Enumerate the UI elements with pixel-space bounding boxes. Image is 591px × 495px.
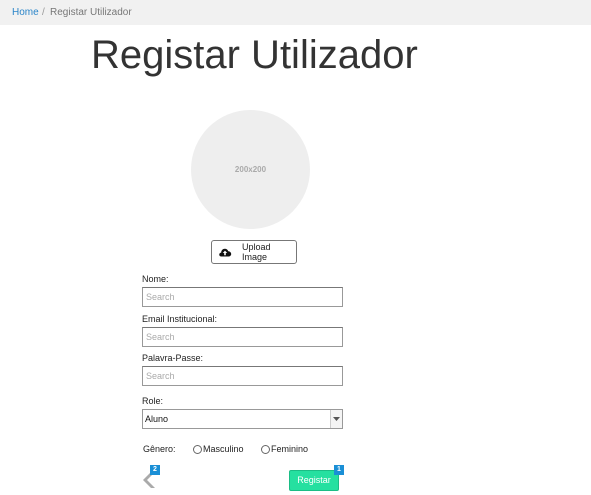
role-select[interactable]: Aluno (142, 409, 343, 429)
role-label: Role: (142, 396, 164, 406)
gender-masculino-radio[interactable]: Masculino (193, 444, 244, 454)
gender-label: Gênero: (143, 444, 176, 454)
avatar-placeholder: 200x200 (191, 110, 310, 229)
email-input[interactable] (142, 327, 343, 347)
step-badge-back: 2 (150, 465, 160, 475)
breadcrumb-current: Registar Utilizador (50, 7, 132, 18)
breadcrumb-separator: / (42, 7, 45, 18)
avatar-placeholder-text: 200x200 (234, 165, 267, 174)
gender-feminino-radio[interactable]: Feminino (261, 444, 308, 454)
upload-image-label: Upload Image (242, 242, 271, 262)
nome-input[interactable] (142, 287, 343, 307)
password-label: Palavra-Passe: (142, 353, 204, 363)
radio-circle-icon[interactable] (193, 444, 202, 454)
cloud-upload-icon (218, 245, 232, 259)
password-input[interactable] (142, 366, 343, 386)
email-label: Email Institucional: (142, 314, 218, 324)
chevron-down-icon[interactable] (330, 410, 342, 428)
radio-circle-icon[interactable] (261, 444, 270, 454)
step-badge-submit: 1 (334, 465, 344, 475)
nome-label: Nome: (142, 274, 169, 284)
gender-masculino-label: Masculino (203, 444, 244, 454)
upload-image-button[interactable]: Upload Image (211, 240, 297, 264)
breadcrumb: Home / Registar Utilizador (0, 0, 591, 25)
role-selected-value: Aluno (145, 414, 169, 424)
page-title: Registar Utilizador (91, 33, 418, 77)
breadcrumb-home-link[interactable]: Home (12, 0, 39, 25)
registar-button[interactable]: Registar (289, 470, 339, 491)
gender-feminino-label: Feminino (271, 444, 309, 454)
